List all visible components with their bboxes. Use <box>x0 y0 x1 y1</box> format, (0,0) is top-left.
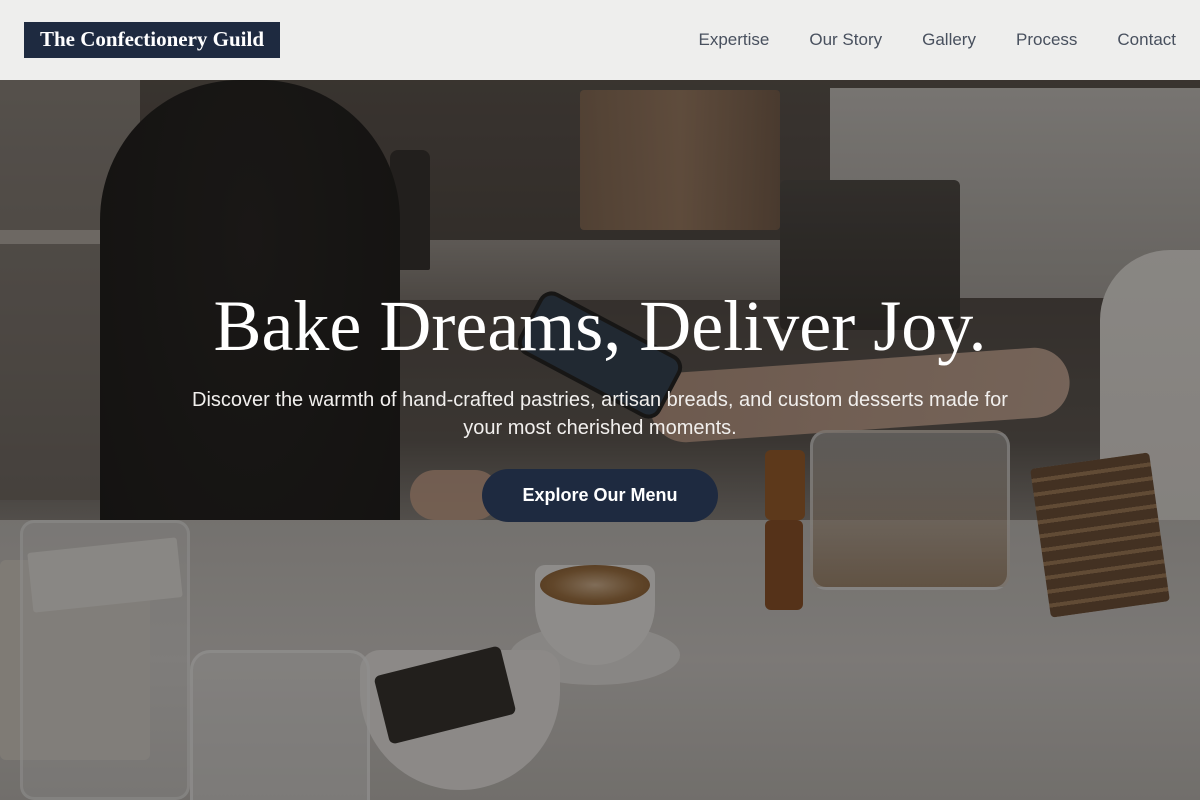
brand-logo[interactable]: The Confectionery Guild <box>24 22 280 58</box>
nav-link-contact[interactable]: Contact <box>1117 30 1176 50</box>
nav-link-expertise[interactable]: Expertise <box>699 30 770 50</box>
explore-menu-button[interactable]: Explore Our Menu <box>482 469 718 522</box>
nav-link-process[interactable]: Process <box>1016 30 1077 50</box>
hero-subtitle: Discover the warmth of hand-crafted past… <box>192 389 1008 439</box>
site-header: The Confectionery Guild Expertise Our St… <box>0 0 1200 80</box>
nav-link-our-story[interactable]: Our Story <box>809 30 882 50</box>
hero-content: Bake Dreams, Deliver Joy. Discover the w… <box>0 0 1200 800</box>
hero-title: Bake Dreams, Deliver Joy. <box>213 286 987 366</box>
main-nav: Expertise Our Story Gallery Process Cont… <box>699 30 1177 50</box>
nav-link-gallery[interactable]: Gallery <box>922 30 976 50</box>
hero-section: Bake Dreams, Deliver Joy. Discover the w… <box>0 0 1200 800</box>
